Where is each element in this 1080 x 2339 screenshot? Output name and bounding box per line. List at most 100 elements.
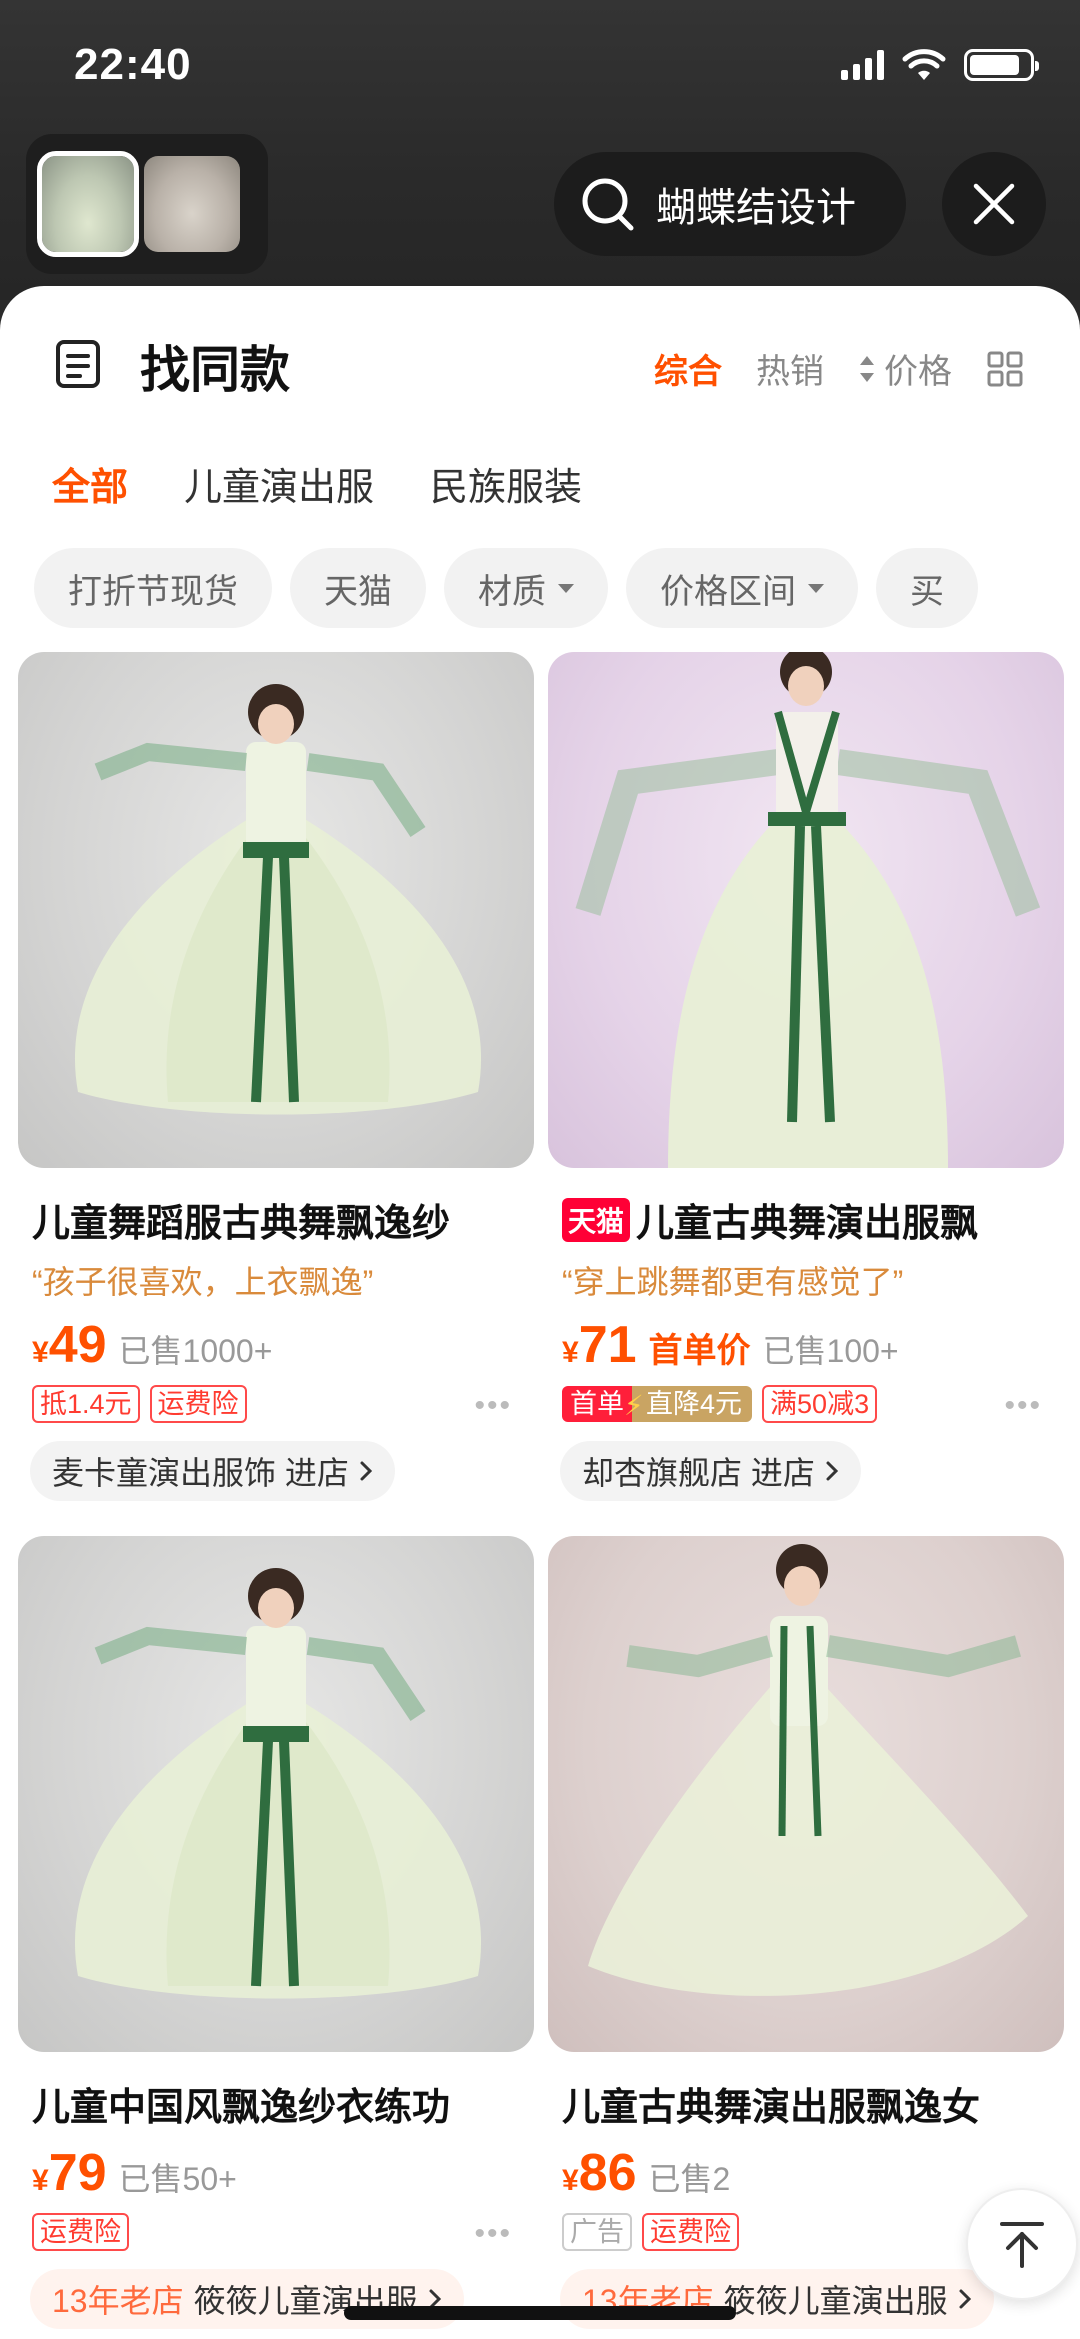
price-value: 71 (578, 1316, 637, 1374)
filter-chip-label: 买 (910, 572, 944, 611)
currency-symbol: ¥ (32, 2164, 49, 2197)
product-price: ¥49 (32, 1315, 107, 1375)
product-tags: 运费险 ••• (18, 2211, 534, 2253)
doc-icon[interactable] (54, 338, 102, 390)
price-value: 49 (48, 1316, 107, 1374)
price-row: ¥49 已售1000+ (18, 1315, 534, 1375)
dress-illustration (74, 684, 482, 1115)
shop-name: 却杏旗舰店 进店 (582, 1455, 815, 1491)
image-thumbnails (26, 134, 268, 274)
caret-down-icon (558, 583, 574, 593)
search-icon (582, 178, 634, 231)
price-row: ¥86 已售2 (548, 2143, 1064, 2203)
product-title[interactable]: 天猫 儿童古典舞演出服飘 (548, 1192, 1064, 1247)
filter-chip-price-range[interactable]: 价格区间 (626, 548, 858, 628)
filter-chip-material[interactable]: 材质 (444, 548, 608, 628)
back-to-top-button[interactable] (966, 2188, 1078, 2300)
product-card[interactable]: 儿童中国风飘逸纱衣练功 ¥79 已售50+ 运费险 ••• 13年老店 筱筱儿童… (18, 1536, 534, 2329)
filter-chip-tmall[interactable]: 天猫 (290, 548, 426, 628)
tag-first-order: 首单 (562, 1386, 632, 1422)
more-options-icon[interactable]: ••• (474, 2217, 512, 2251)
dress-illustration (74, 1568, 482, 1999)
tag-discount: 抵1.4元 (32, 1385, 140, 1423)
close-icon (973, 183, 1015, 225)
dress-illustration (588, 1544, 1028, 1996)
shop-link[interactable]: 13年老店 筱筱儿童演出服 (30, 2269, 464, 2329)
product-title-text: 儿童古典舞演出服飘逸女 (562, 2087, 981, 2129)
wifi-icon (902, 49, 946, 80)
shop-age-badge: 13年老店 (52, 2283, 184, 2319)
product-card[interactable]: 天猫 儿童古典舞演出服飘 “穿上跳舞都更有感觉了” ¥71 首单价 已售100+… (548, 652, 1064, 1501)
product-image[interactable] (18, 1536, 534, 2052)
price-row: ¥71 首单价 已售100+ (548, 1315, 1064, 1375)
tag-price-drop: ⚡ 直降4元 (624, 1386, 753, 1422)
filter-chip-label: 材质 (478, 572, 546, 611)
price-value: 79 (48, 2144, 107, 2202)
currency-symbol: ¥ (562, 2164, 579, 2197)
tag-shipping-insurance: 运费险 (149, 1385, 247, 1423)
sort-tab-price[interactable]: 价格 (858, 344, 952, 393)
back-to-top-icon (1000, 2222, 1044, 2268)
search-pill[interactable]: 蝴蝶结设计 (554, 152, 906, 256)
sheet-header: 找同款 综合 热销 价格 (0, 286, 1080, 436)
tag-shipping-insurance: 运费险 (642, 2213, 739, 2251)
shop-name: 麦卡童演出服饰 进店 (52, 1455, 349, 1491)
chevron-right-icon (959, 2289, 971, 2309)
filter-chip-sale[interactable]: 打折节现货 (34, 548, 272, 628)
more-options-icon[interactable]: ••• (1004, 1389, 1042, 1423)
sold-count: 已售1000+ (118, 1333, 273, 1369)
thumbnail-2[interactable] (144, 156, 240, 252)
filter-chip-more[interactable]: 买 (876, 548, 978, 628)
product-quote: “孩子很喜欢，上衣飘逸” (32, 1264, 374, 1300)
currency-symbol: ¥ (32, 1336, 49, 1369)
sort-tab-hot[interactable]: 热销 (756, 344, 824, 393)
sold-count: 已售2 (648, 2161, 731, 2197)
price-row: ¥79 已售50+ (18, 2143, 534, 2203)
caret-down-icon (808, 583, 824, 593)
category-tab-all[interactable]: 全部 (52, 456, 128, 511)
search-text: 蝴蝶结设计 (656, 186, 856, 230)
sold-count: 已售50+ (118, 2161, 237, 2197)
category-tabs: 全部 儿童演出服 民族服装 (52, 456, 582, 511)
product-price: ¥86 (562, 2143, 637, 2203)
close-button[interactable] (942, 152, 1046, 256)
shop-link[interactable]: 却杏旗舰店 进店 (560, 1441, 861, 1501)
tag-coupon: 满50减3 (762, 1385, 878, 1423)
product-image[interactable] (18, 652, 534, 1168)
sheet-title: 找同款 (140, 342, 290, 398)
product-title[interactable]: 儿童古典舞演出服飘逸女 (548, 2076, 1064, 2131)
find-same-sheet: 找同款 综合 热销 价格 全部 儿童演出服 民族服装 打折节现货 天猫 材质 价… (0, 286, 1080, 2339)
product-title[interactable]: 儿童中国风飘逸纱衣练功 (18, 2076, 534, 2131)
status-bar: 22:40 (0, 0, 1080, 130)
status-icons (841, 48, 1039, 82)
filter-chip-label: 天猫 (324, 572, 392, 611)
status-time: 22:40 (74, 40, 192, 89)
battery-icon (964, 49, 1039, 81)
more-options-icon[interactable]: ••• (474, 1389, 512, 1423)
product-title-text: 儿童中国风飘逸纱衣练功 (32, 2087, 451, 2129)
product-title[interactable]: 儿童舞蹈服古典舞飘逸纱 (18, 1192, 534, 1247)
home-indicator[interactable] (344, 2306, 736, 2320)
sort-tabs: 综合 热销 价格 (654, 344, 1024, 393)
thumbnail-1[interactable] (37, 151, 139, 257)
category-tab-ethnic[interactable]: 民族服装 (430, 456, 582, 511)
bolt-icon: ⚡ (624, 1390, 644, 1421)
grid-view-icon[interactable] (986, 350, 1024, 388)
product-price: ¥79 (32, 2143, 107, 2203)
product-image[interactable] (548, 1536, 1064, 2052)
first-order-tag: 首单 ⚡ 直降4元 (562, 1386, 753, 1422)
product-title-text: 儿童古典舞演出服飘 (636, 1203, 979, 1245)
product-price: ¥71 (562, 1315, 637, 1375)
dress-illustration (575, 652, 1041, 1168)
shop-name: 筱筱儿童演出服 (723, 2283, 948, 2319)
product-card[interactable]: 儿童舞蹈服古典舞飘逸纱 “孩子很喜欢，上衣飘逸” ¥49 已售1000+ 抵1.… (18, 652, 534, 1501)
category-tab-kids-performance[interactable]: 儿童演出服 (184, 456, 374, 511)
tag-ad: 广告 (562, 2213, 632, 2251)
product-image[interactable] (548, 652, 1064, 1168)
sort-tab-comprehensive[interactable]: 综合 (654, 344, 722, 393)
filter-chips: 打折节现货 天猫 材质 价格区间 买 (34, 548, 978, 628)
shop-link[interactable]: 麦卡童演出服饰 进店 (30, 1441, 395, 1501)
tmall-badge: 天猫 (562, 1197, 631, 1242)
shop-link[interactable]: 13年老店 筱筱儿童演出服 (560, 2269, 994, 2329)
chevron-right-icon (360, 1461, 373, 1481)
